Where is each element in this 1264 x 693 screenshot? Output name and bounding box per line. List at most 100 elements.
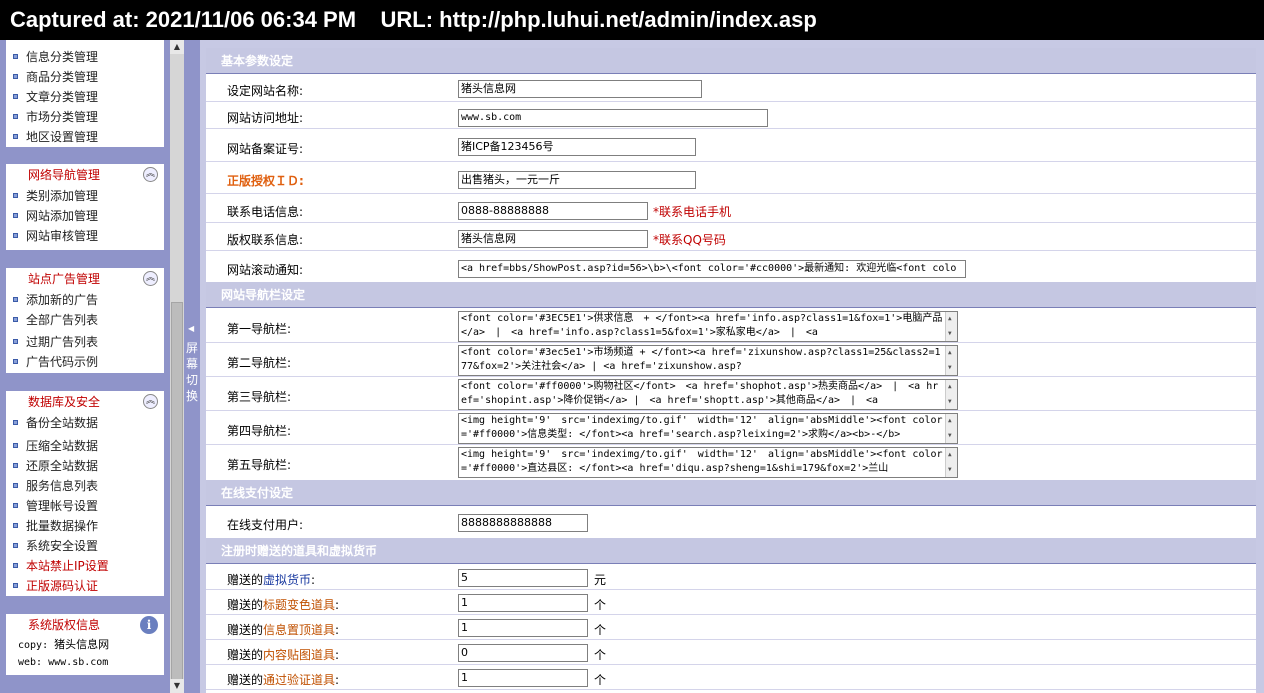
gift-label: 赠送的内容贴图道具: <box>227 648 340 662</box>
gift-row: 赠送的虚拟货币: 5 元 <box>206 565 1256 590</box>
collapse-arrow-icon[interactable]: ◀ <box>188 324 194 333</box>
section-header-pay: 在线支付设定 <box>206 480 1256 506</box>
sidebar-item[interactable]: 类别添加管理 <box>6 186 164 206</box>
bullet-icon <box>13 583 18 588</box>
chevron-up-icon[interactable]: ︽ <box>143 271 158 286</box>
sidebar-item[interactable]: 备份全站数据 <box>6 413 164 433</box>
bullet-icon <box>13 339 18 344</box>
license-id-label: 正版授权ＩＤ: <box>227 174 304 188</box>
bullet-icon <box>13 483 18 488</box>
phone-note: *联系电话手机 <box>653 205 732 219</box>
sidebar-item[interactable]: 网站添加管理 <box>6 206 164 226</box>
sidebar-item[interactable]: 添加新的广告 <box>6 290 164 310</box>
sidebar-item[interactable]: 信息分类管理 <box>6 47 164 67</box>
notice-label: 网站滚动通知: <box>227 263 304 277</box>
sidebar-item[interactable]: 服务信息列表 <box>6 476 164 496</box>
gift-unit: 元 <box>594 573 607 587</box>
phone-input[interactable]: 0888-88888888 <box>458 202 648 220</box>
sidebar-group-ads: 站点广告管理 ︽ 添加新的广告 全部广告列表 过期广告列表 广告代码示例 <box>6 268 164 373</box>
gift-input[interactable]: 0 <box>458 644 588 662</box>
sidebar-item[interactable]: 正版源码认证 <box>6 576 164 596</box>
gift-label: 赠送的通过验证道具: <box>227 673 340 687</box>
form-row: 设定网站名称: 猪头信息网 <box>206 75 1256 102</box>
gift-row: 赠送的标题变色道具: 1 个 <box>206 590 1256 615</box>
nav-row-label: 第三导航栏: <box>227 390 292 404</box>
chevron-up-icon[interactable]: ︽ <box>143 394 158 409</box>
license-id-input[interactable]: 出售猪头，一元一斤 <box>458 171 696 189</box>
sidebar-item[interactable]: 市场分类管理 <box>6 107 164 127</box>
sidebar-item[interactable]: 过期广告列表 <box>6 332 164 352</box>
gift-input[interactable]: 1 <box>458 669 588 687</box>
sidebar-item[interactable]: 商品分类管理 <box>6 67 164 87</box>
info-icon: i <box>140 616 158 634</box>
sidebar-group-header: 系统版权信息 i <box>6 614 164 636</box>
sidebar-scrollbar[interactable]: ▲ ▼ <box>170 40 184 693</box>
bullet-icon <box>13 543 18 548</box>
web-line: web: www.sb.com <box>18 657 109 668</box>
sidebar-group-header[interactable]: 数据库及安全 ︽ <box>6 391 164 413</box>
sidebar-item[interactable]: 地区设置管理 <box>6 127 164 147</box>
sidebar-item[interactable]: 全部广告列表 <box>6 310 164 330</box>
textarea-scrollbar[interactable] <box>945 448 957 477</box>
site-name-input[interactable]: 猪头信息网 <box>458 80 702 98</box>
form-row: 网站滚动通知: <a href=bbs/ShowPost.asp?id=56>\… <box>206 251 1256 282</box>
bullet-icon <box>13 563 18 568</box>
pay-user-input[interactable]: 8888888888888 <box>458 514 588 532</box>
textarea-scrollbar[interactable] <box>945 312 957 341</box>
sidebar-item[interactable]: 广告代码示例 <box>6 352 164 372</box>
scrollbar-thumb[interactable] <box>171 302 183 687</box>
sidebar-item[interactable]: 压缩全站数据 <box>6 436 164 456</box>
nav-textarea[interactable]: <img height='9' src='indeximg/to.gif' wi… <box>458 447 958 478</box>
form-row: 网站备案证号: 猪ICP备123456号 <box>206 129 1256 162</box>
scroll-up-icon[interactable]: ▲ <box>170 40 184 54</box>
site-url-input[interactable]: www.sb.com <box>458 109 768 127</box>
nav-textarea[interactable]: <font color='#3ec5e1'>市场频道 + </font><a h… <box>458 345 958 376</box>
gift-row: 赠送的通过验证道具: 1 个 <box>206 665 1256 690</box>
bullet-icon <box>13 463 18 468</box>
bullet-icon <box>13 54 18 59</box>
chevron-up-icon[interactable]: ︽ <box>143 167 158 182</box>
screen-toggle-bar[interactable]: ◀ 屏幕切换 <box>184 40 200 693</box>
nav-textarea[interactable]: <font color='#ff0000'>购物社区</font> <a hre… <box>458 379 958 410</box>
nav-textarea[interactable]: <img height='9' src='indeximg/to.gif' wi… <box>458 413 958 444</box>
icp-input[interactable]: 猪ICP备123456号 <box>458 138 696 156</box>
gift-label: 赠送的信息置顶道具: <box>227 623 340 637</box>
nav-textarea[interactable]: <font color='#3EC5E1'>供求信息 + </font><a h… <box>458 311 958 342</box>
sidebar-group-header[interactable]: 网络导航管理 ︽ <box>6 164 164 186</box>
gift-unit: 个 <box>594 623 607 637</box>
gift-input[interactable]: 1 <box>458 594 588 612</box>
sidebar-item[interactable]: 管理帐号设置 <box>6 496 164 516</box>
sidebar-item[interactable]: 文章分类管理 <box>6 87 164 107</box>
bullet-icon <box>13 297 18 302</box>
textarea-scrollbar[interactable] <box>945 380 957 409</box>
icp-label: 网站备案证号: <box>227 142 304 156</box>
textarea-scrollbar[interactable] <box>945 346 957 375</box>
sidebar-item[interactable]: 网站审核管理 <box>6 226 164 246</box>
copyright-label: 版权联系信息: <box>227 233 304 247</box>
screen-toggle-label: 屏幕切换 <box>185 341 198 403</box>
bullet-icon <box>13 443 18 448</box>
sidebar-item[interactable]: 系统安全设置 <box>6 536 164 556</box>
nav-row: 第二导航栏: <font color='#3ec5e1'>市场频道 + </fo… <box>206 343 1256 377</box>
sidebar-group-database: 数据库及安全 ︽ 备份全站数据 压缩全站数据 还原全站数据 服务信息列表 管理帐号… <box>6 391 164 596</box>
sidebar-item[interactable]: 本站禁止IP设置 <box>6 556 164 576</box>
bullet-icon <box>13 233 18 238</box>
bullet-icon <box>13 523 18 528</box>
gift-unit: 个 <box>594 673 607 687</box>
bullet-icon <box>13 420 18 425</box>
nav-row: 第三导航栏: <font color='#ff0000'>购物社区</font>… <box>206 377 1256 411</box>
sidebar-item[interactable]: 还原全站数据 <box>6 456 164 476</box>
sidebar-item[interactable]: 批量数据操作 <box>6 516 164 536</box>
gift-input[interactable]: 5 <box>458 569 588 587</box>
form-row: 在线支付用户: 8888888888888 <box>206 507 1256 538</box>
bullet-icon <box>13 213 18 218</box>
textarea-scrollbar[interactable] <box>945 414 957 443</box>
form-row: 网站访问地址: www.sb.com <box>206 102 1256 129</box>
gift-unit: 个 <box>594 648 607 662</box>
scroll-down-icon[interactable]: ▼ <box>170 679 184 693</box>
notice-input[interactable]: <a href=bbs/ShowPost.asp?id=56>\b>\<font… <box>458 260 966 278</box>
sidebar-group-header[interactable]: 站点广告管理 ︽ <box>6 268 164 290</box>
section-header-nav: 网站导航栏设定 <box>206 282 1256 308</box>
copyright-input[interactable]: 猪头信息网 <box>458 230 648 248</box>
gift-input[interactable]: 1 <box>458 619 588 637</box>
